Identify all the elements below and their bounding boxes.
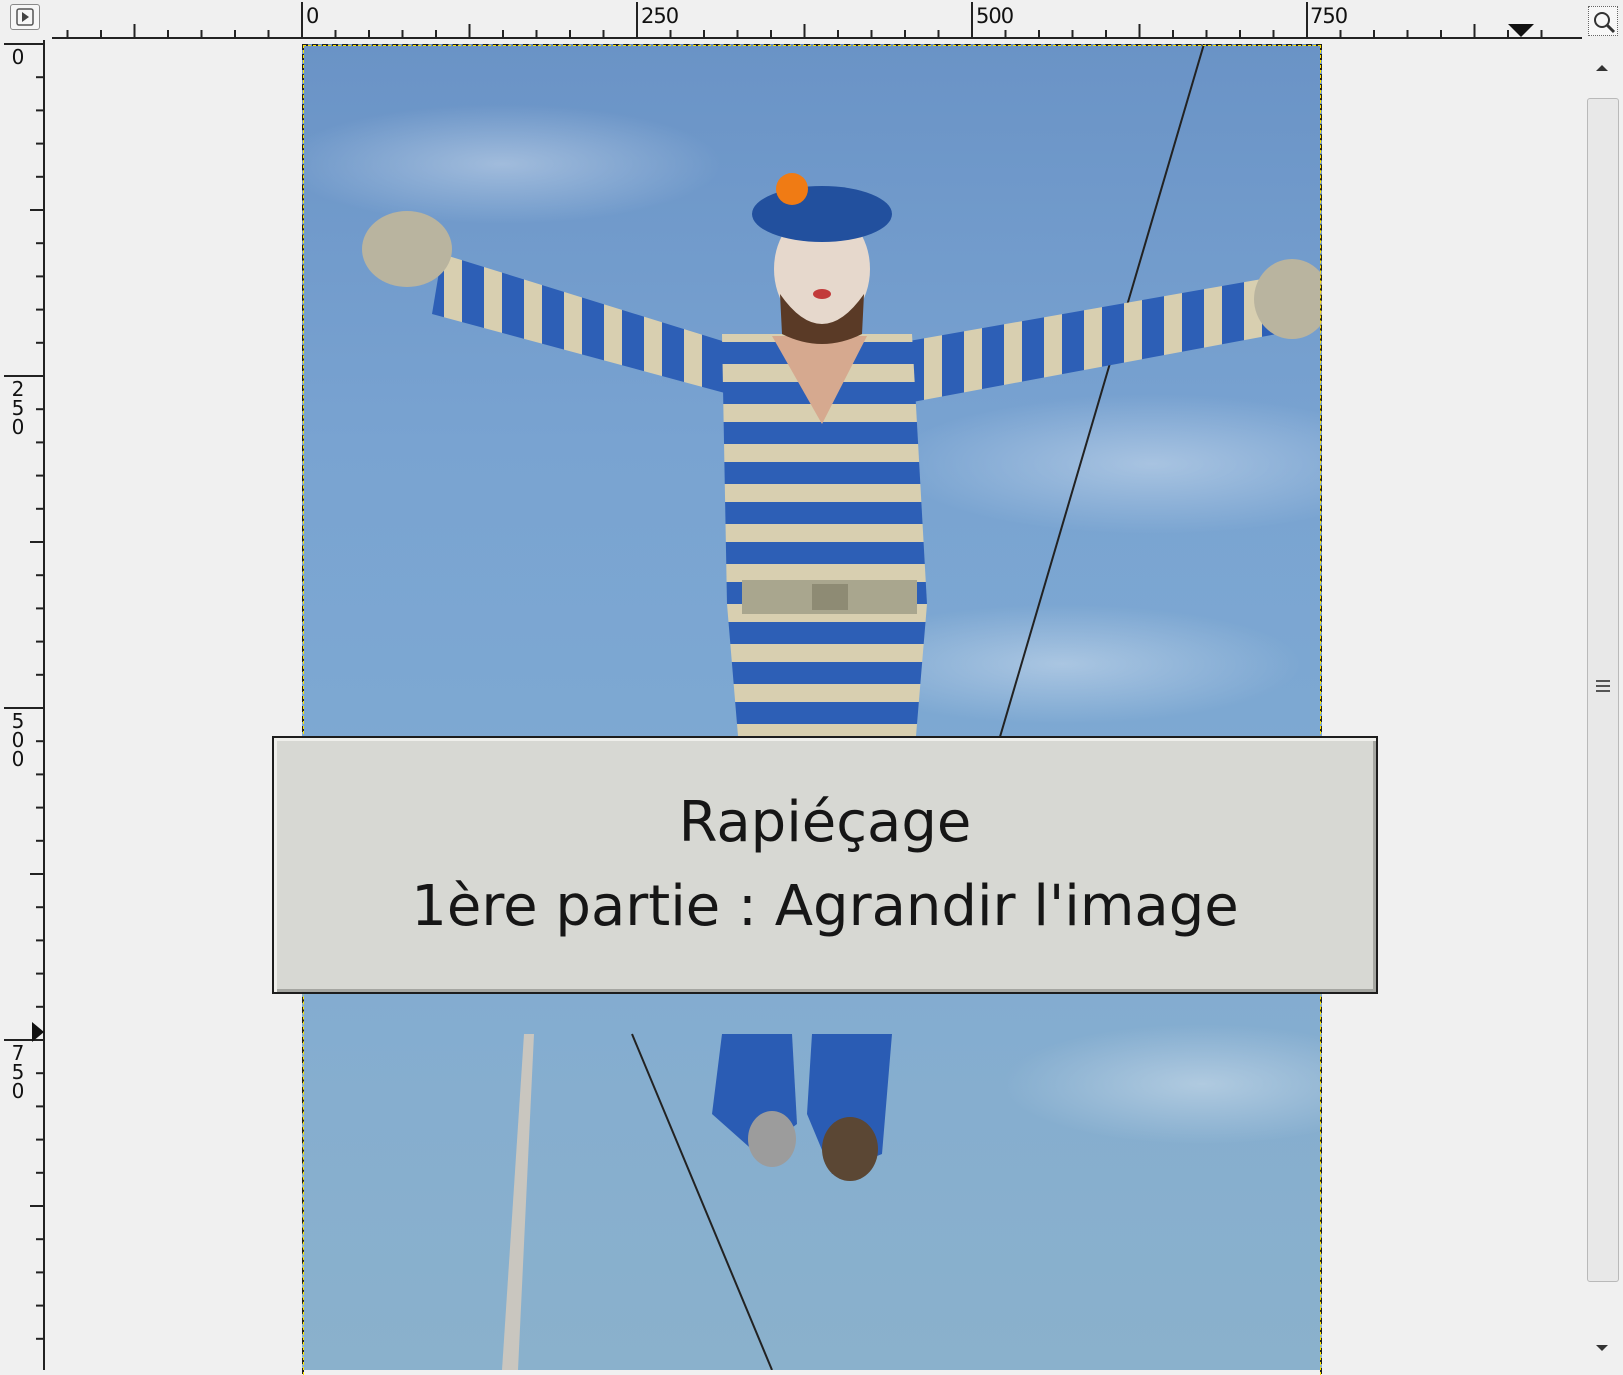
caption-title: Rapiéçage: [678, 790, 972, 855]
scroll-grip-icon: [1593, 676, 1613, 696]
menu-arrow-icon: [16, 8, 34, 26]
vertical-ruler-ticks: [4, 40, 45, 1370]
horizontal-ruler-ticks: [52, 2, 1582, 39]
ruler-v-label-0: 0: [11, 45, 25, 69]
scroll-up-button[interactable]: [1590, 56, 1614, 80]
ruler-v-label-500: 500: [11, 709, 25, 771]
ruler-h-label-250: 250: [641, 4, 679, 28]
ruler-corner-menu-button[interactable]: [10, 4, 40, 30]
ruler-h-label-500: 500: [976, 4, 1014, 28]
scroll-down-arrow-icon: [1596, 1345, 1608, 1351]
navigate-zoom-icon: [1594, 12, 1616, 34]
ruler-v-label-250: 250: [11, 377, 25, 439]
pointer-position-marker-icon: [1508, 24, 1534, 37]
tutorial-caption-box: Rapiéçage 1ère partie : Agrandir l'image: [272, 736, 1378, 994]
vertical-ruler[interactable]: 0 250 500 750: [0, 40, 48, 1370]
ruler-v-label-750: 750: [11, 1041, 25, 1103]
scroll-up-arrow-icon: [1596, 65, 1608, 71]
photo-canvas: [302, 44, 1322, 1370]
caption-subtitle: 1ère partie : Agrandir l'image: [411, 874, 1239, 939]
image-canvas[interactable]: [302, 44, 1322, 1370]
ruler-h-label-750: 750: [1310, 4, 1348, 28]
scroll-down-button[interactable]: [1590, 1336, 1614, 1360]
navigate-button[interactable]: [1588, 6, 1618, 36]
ruler-h-label-0: 0: [306, 4, 319, 28]
horizontal-ruler[interactable]: 0 250 500 750: [52, 0, 1582, 40]
